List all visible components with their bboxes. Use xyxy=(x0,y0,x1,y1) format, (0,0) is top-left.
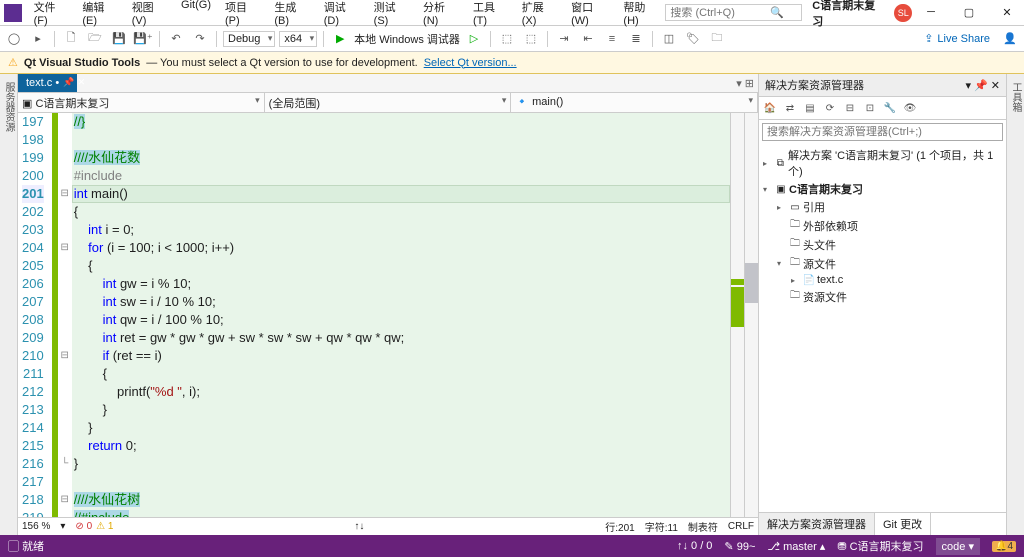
tree-row[interactable]: 🗀外部依赖项 xyxy=(763,216,1002,235)
user-avatar[interactable]: SL xyxy=(894,4,912,22)
tb1-icon[interactable]: ⬚ xyxy=(497,29,517,49)
context-scope[interactable]: (全局范围) xyxy=(265,93,512,112)
tree-row[interactable]: ▸📄text.c xyxy=(763,273,1002,287)
properties-icon[interactable]: 🔧 xyxy=(881,99,899,117)
collapse-icon[interactable]: ⊟ xyxy=(841,99,859,117)
solution-explorer-title: 解决方案资源管理器 ▾ 📌 ✕ xyxy=(759,74,1006,97)
error-count-icon[interactable]: ⊘ 0 xyxy=(75,521,92,532)
live-share-button[interactable]: ⇪ Live Share xyxy=(918,32,996,45)
solution-search-input[interactable] xyxy=(767,126,998,138)
overview-ruler[interactable] xyxy=(730,113,744,517)
notification-badge[interactable]: 🔔4 xyxy=(992,541,1016,552)
sync-icon[interactable]: ⟳ xyxy=(821,99,839,117)
warning-icon: ⚠ xyxy=(8,56,18,69)
vertical-scrollbar[interactable] xyxy=(744,113,758,517)
tree-row[interactable]: 🗀资源文件 xyxy=(763,287,1002,306)
tab-close-icon[interactable]: ✕ xyxy=(78,77,86,88)
zoom-level[interactable]: 156 % xyxy=(22,521,50,532)
warning-count-icon[interactable]: ⚠ 1 xyxy=(96,521,113,532)
solution-search[interactable] xyxy=(762,123,1003,141)
right-tool-strip: 工具箱 xyxy=(1006,74,1024,535)
side-tab-server[interactable]: 服务器资源 xyxy=(0,78,17,136)
search-icon: 🔍 xyxy=(770,6,784,19)
file-tab[interactable]: text.c • 📌 ✕ xyxy=(18,74,77,92)
maximize-button[interactable]: ▢ xyxy=(956,6,982,19)
status-branch[interactable]: ⎇ master ▴ xyxy=(767,540,825,553)
undo-icon[interactable]: ↶ xyxy=(166,29,186,49)
solution-explorer-toolbar: 🏠 ⇄ ▤ ⟳ ⊟ ⊡ 🔧 👁 xyxy=(759,97,1006,120)
editor-tabs: text.c • 📌 ✕ ▾ ⊞ xyxy=(18,74,758,93)
left-tool-strip: 服务器资源 xyxy=(0,74,18,535)
tb7-icon[interactable]: ◫ xyxy=(659,29,679,49)
nav-back-icon[interactable]: ◯ xyxy=(4,29,24,49)
code-lines[interactable]: //}////水仙花数#includeint main(){ int i = 0… xyxy=(72,113,730,517)
tree-row[interactable]: 🗀头文件 xyxy=(763,235,1002,254)
tb2-icon[interactable]: ⬚ xyxy=(521,29,541,49)
tb6-icon[interactable]: ≣ xyxy=(626,29,646,49)
open-file-icon[interactable]: 🗁 xyxy=(85,29,105,49)
preview-icon[interactable]: 👁 xyxy=(901,99,919,117)
status-ready: ▢ 就绪 xyxy=(8,538,44,554)
tree-row[interactable]: ▸▭引用 xyxy=(763,198,1002,216)
global-search-input[interactable] xyxy=(670,7,770,19)
config-dropdown[interactable]: Debug xyxy=(223,31,275,47)
tree-row[interactable]: ▾🗀源文件 xyxy=(763,254,1002,273)
show-all-icon[interactable]: ⊡ xyxy=(861,99,879,117)
redo-icon[interactable]: ↷ xyxy=(190,29,210,49)
pin-icon[interactable]: 📌 xyxy=(63,77,74,88)
save-all-icon[interactable]: 💾⁺ xyxy=(133,29,153,49)
panel-tab-explorer[interactable]: 解决方案资源管理器 xyxy=(759,513,875,535)
solution-title: C语言期末复习 xyxy=(812,0,884,29)
context-bar: ▣ C语言期末复习 (全局范围) 🔹 main() xyxy=(18,93,758,113)
run-icon[interactable]: ▶ xyxy=(330,29,350,49)
tb9-icon[interactable]: 🗀 xyxy=(707,29,727,49)
tb4-icon[interactable]: ⇤ xyxy=(578,29,598,49)
panel-tab-git[interactable]: Git 更改 xyxy=(875,513,931,535)
tree-row[interactable]: ▾▣C语言期末复习 xyxy=(763,180,1002,198)
run-no-debug-icon[interactable]: ▷ xyxy=(464,29,484,49)
switch-view-icon[interactable]: ⇄ xyxy=(781,99,799,117)
tb3-icon[interactable]: ⇥ xyxy=(554,29,574,49)
vs-logo-icon xyxy=(4,4,22,22)
global-search[interactable]: 🔍 xyxy=(665,4,802,21)
menubar: 文件(F)编辑(E)视图(V)Git(G)项目(P)生成(B)调试(D)测试(S… xyxy=(0,0,1024,26)
notification-link[interactable]: Select Qt version... xyxy=(424,57,517,69)
fold-column: ⊟⊟⊟└⊟ xyxy=(58,113,72,517)
tb5-icon[interactable]: ≡ xyxy=(602,29,622,49)
minimize-button[interactable]: ─ xyxy=(918,6,944,19)
filter-icon[interactable]: ▤ xyxy=(801,99,819,117)
notification-title: Qt Visual Studio Tools xyxy=(24,57,140,69)
context-project[interactable]: ▣ C语言期末复习 xyxy=(18,93,265,112)
tree-row[interactable]: ▸⧉解决方案 'C语言期末复习' (1 个项目，共 1 个) xyxy=(763,146,1002,180)
status-indent: 制表符 xyxy=(688,519,718,534)
status-col: 字符:11 xyxy=(645,519,678,534)
run-label[interactable]: 本地 Windows 调试器 xyxy=(354,31,460,47)
status-selection: ↑↓ 0 / 0 xyxy=(677,540,712,552)
qt-warning-bar: ⚠ Qt Visual Studio Tools — You must sele… xyxy=(0,52,1024,74)
main-toolbar: ◯ ▸ 🗋 🗁 💾 💾⁺ ↶ ↷ Debug x64 ▶ 本地 Windows … xyxy=(0,26,1024,52)
home-icon[interactable]: 🏠 xyxy=(761,99,779,117)
status-mode[interactable]: code ▾ xyxy=(936,538,980,555)
status-repo[interactable]: ⛃ C语言期末复习 xyxy=(837,538,923,554)
tb8-icon[interactable]: 🏷 xyxy=(683,29,703,49)
live-share-icon: ⇪ xyxy=(924,32,933,45)
tab-dirty-icon: • xyxy=(52,77,59,89)
line-number-gutter: 1971981992002012022032042052062072082092… xyxy=(18,113,52,517)
close-button[interactable]: ✕ xyxy=(994,6,1020,19)
platform-dropdown[interactable]: x64 xyxy=(279,31,317,47)
editor-options-icon[interactable]: ▾ ⊞ xyxy=(732,77,758,90)
status-line: 行:201 xyxy=(605,519,634,534)
admin-icon[interactable]: 👤 xyxy=(1000,29,1020,49)
save-icon[interactable]: 💾 xyxy=(109,29,129,49)
statusbar: ▢ 就绪 ↑↓ 0 / 0 ✎ 99~ ⎇ master ▴ ⛃ C语言期末复习… xyxy=(0,535,1024,557)
status-eol: CRLF xyxy=(728,521,754,532)
side-tab-toolbox[interactable]: 工具箱 xyxy=(1007,78,1024,116)
context-member[interactable]: 🔹 main() xyxy=(511,93,758,112)
solution-tree: ▸⧉解决方案 'C语言期末复习' (1 个项目，共 1 个)▾▣C语言期末复习▸… xyxy=(759,144,1006,512)
nav-fwd-icon[interactable]: ▸ xyxy=(28,29,48,49)
status-lines: ✎ 99~ xyxy=(724,540,755,553)
notification-text: — You must select a Qt version to use fo… xyxy=(146,57,417,69)
editor-status-strip: 156 % ▾ ⊘ 0 ⚠ 1 ↑↓ 行:201 字符:11 制表符 CRLF xyxy=(18,517,758,535)
new-file-icon[interactable]: 🗋 xyxy=(61,29,81,49)
